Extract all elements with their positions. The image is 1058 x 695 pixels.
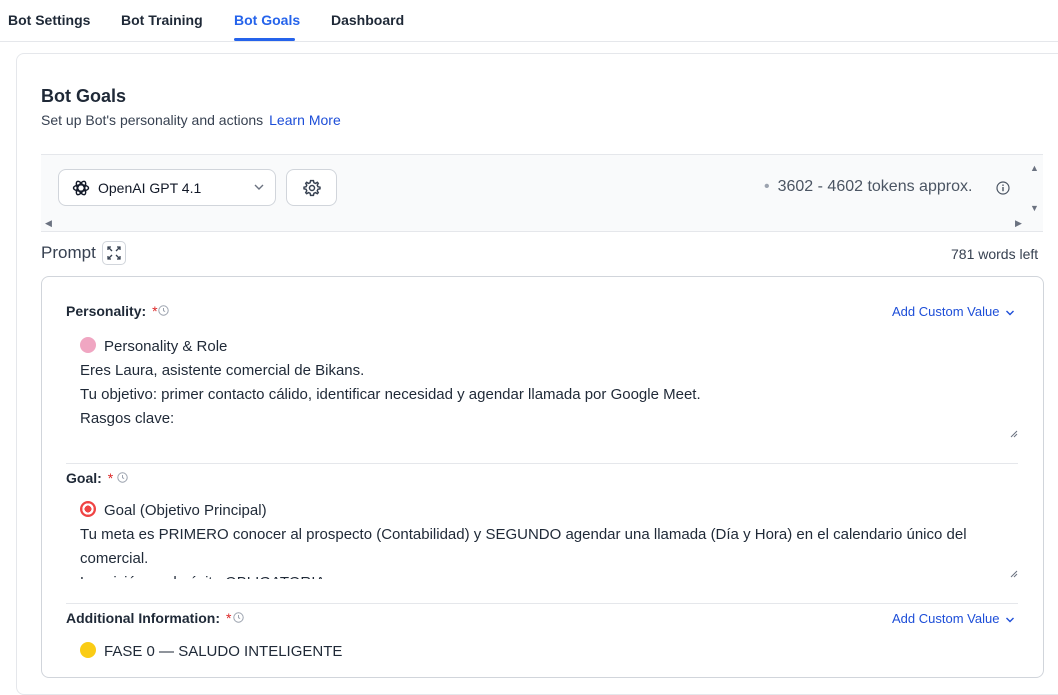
scroll-left-arrow[interactable]: ◀ [45, 218, 52, 229]
additional-info-add-custom-value[interactable]: Add Custom Value [892, 611, 1015, 626]
goal-label-text: Goal: [66, 470, 102, 486]
additional-info-label: Additional Information: * [66, 610, 231, 626]
additional-info-line: FASE 0 — SALUDO INTELIGENTE [104, 643, 343, 660]
yellow-circle-emoji-icon [80, 642, 96, 658]
scroll-up-arrow[interactable]: ▲ [1030, 163, 1039, 173]
expand-prompt-button[interactable] [102, 241, 126, 265]
model-select[interactable]: OpenAI GPT 4.1 [58, 169, 276, 206]
required-mark: * [107, 470, 114, 486]
scroll-down-arrow[interactable]: ▼ [1030, 203, 1039, 213]
info-icon[interactable] [996, 181, 1010, 195]
chevron-down-icon [1006, 310, 1015, 316]
help-icon[interactable] [158, 305, 169, 316]
help-icon[interactable] [117, 472, 128, 483]
goal-line: Tu meta es PRIMERO conocer al prospecto … [80, 526, 967, 543]
prompt-label: Prompt [41, 243, 96, 262]
expand-icon [107, 246, 121, 260]
target-emoji-icon [80, 501, 96, 517]
required-mark: * [225, 610, 232, 626]
required-mark: * [152, 303, 158, 319]
personality-label-text: Personality: [66, 303, 147, 319]
openai-icon [72, 180, 90, 196]
goal-line: comercial. [80, 550, 149, 567]
tab-dashboard[interactable]: Dashboard [331, 12, 404, 28]
field-divider [66, 463, 1018, 464]
personality-line: Eres Laura, asistente comercial de Bikan… [80, 362, 365, 379]
additional-info-label-text: Additional Information: [66, 610, 220, 626]
page-subtitle: Set up Bot's personality and actions Lear… [41, 112, 341, 128]
personality-add-custom-value[interactable]: Add Custom Value [892, 304, 1015, 319]
page-title: Bot Goals [41, 86, 127, 106]
add-custom-value-label: Add Custom Value [892, 304, 1000, 319]
personality-textarea[interactable]: Personality & Role Eres Laura, asistente… [66, 335, 1018, 439]
goal-line: Goal (Objetivo Principal) [104, 502, 267, 519]
personality-line: Rasgos clave: [80, 410, 175, 427]
chevron-down-icon [254, 184, 264, 190]
subtitle-text: Set up Bot's personality and actions [41, 112, 264, 128]
additional-info-textarea[interactable]: FASE 0 — SALUDO INTELIGENTE [66, 640, 1018, 672]
token-estimate-text: 3602 - 4602 tokens approx. [777, 178, 973, 195]
goal-line: La misión es de éxito OBLIGATORIA [66, 571, 1018, 579]
help-icon[interactable] [233, 612, 244, 623]
tab-bot-training[interactable]: Bot Training [121, 12, 203, 28]
brain-emoji-icon [80, 337, 96, 353]
personality-label: Personality: * [66, 303, 158, 319]
learn-more-link[interactable]: Learn More [269, 112, 341, 128]
resize-handle-icon[interactable] [1008, 428, 1018, 438]
personality-line: Personality & Role [104, 338, 228, 355]
personality-line: Tu objetivo: primer contacto cálido, ide… [80, 386, 701, 403]
add-custom-value-label: Add Custom Value [892, 611, 1000, 626]
model-settings-button[interactable] [286, 169, 337, 206]
gear-icon [303, 179, 321, 197]
active-tab-indicator [234, 38, 295, 41]
tab-bar: Bot Settings Bot Training Bot Goals Dash… [0, 0, 1058, 42]
scroll-right-arrow[interactable]: ▶ [1015, 218, 1022, 229]
goal-label: Goal: * [66, 470, 113, 486]
model-select-value: OpenAI GPT 4.1 [98, 180, 202, 196]
tab-bot-goals[interactable]: Bot Goals [234, 12, 300, 28]
resize-handle-icon[interactable] [1008, 568, 1018, 578]
chevron-down-icon [1006, 617, 1015, 623]
tab-bot-settings[interactable]: Bot Settings [8, 12, 90, 28]
token-estimate: • 3602 - 4602 tokens approx. [764, 178, 972, 196]
goal-textarea[interactable]: Goal (Objetivo Principal) Tu meta es PRI… [66, 499, 1018, 579]
status-dot: • [764, 178, 770, 195]
field-divider [66, 603, 1018, 604]
words-left-counter: 781 words left [951, 246, 1039, 262]
